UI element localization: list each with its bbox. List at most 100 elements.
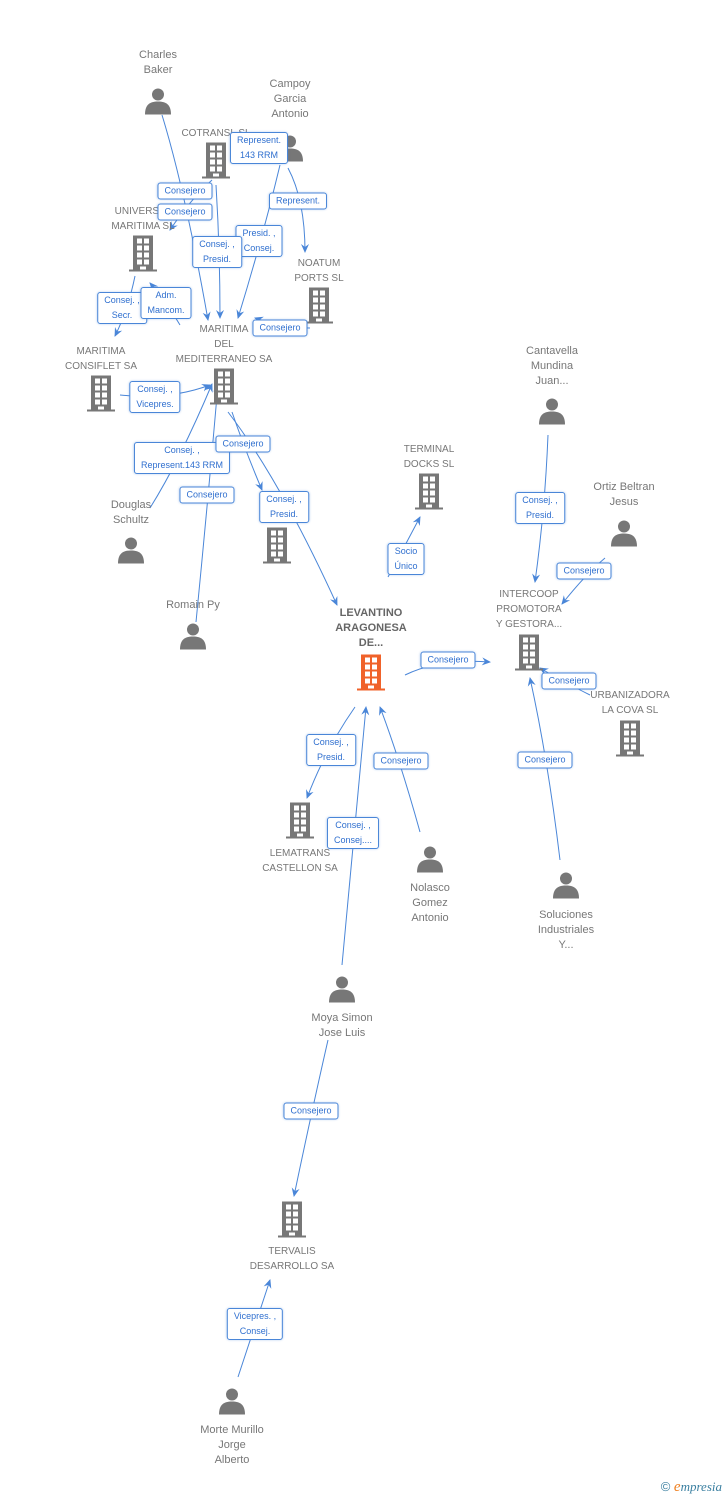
edge-label[interactable]: Consejero <box>179 486 235 504</box>
edge-label[interactable]: Consej. , Presid. <box>192 236 242 268</box>
edge-label[interactable]: Consejero <box>420 651 476 669</box>
person-icon[interactable] <box>144 87 172 120</box>
edge-label[interactable]: Consejero <box>157 203 213 221</box>
building-icon[interactable] <box>354 654 388 696</box>
node-label-noatum[interactable]: NOATUM PORTS SL <box>294 256 343 286</box>
edge-nolasco-to-levantino <box>379 706 421 833</box>
edge-label-line: Consej. <box>239 1326 271 1336</box>
person-icon[interactable] <box>117 536 145 569</box>
building-icon[interactable] <box>199 142 233 184</box>
edge-label[interactable]: Consej. , Presid. <box>306 734 356 766</box>
node-label-line: Antonio <box>411 912 449 924</box>
edge-label-line: Consej. , <box>164 445 200 455</box>
node-label-urbanizadora[interactable]: URBANIZADORA LA COVA SL <box>590 688 669 718</box>
edge-label[interactable]: Adm. Mancom. <box>140 287 192 319</box>
node-label-line: Jose Luis <box>318 1027 366 1039</box>
edge-campoy-to-noatum <box>287 167 309 253</box>
person-icon[interactable] <box>610 519 638 552</box>
edge-label[interactable]: Consej. , Secr. <box>97 292 147 324</box>
node-label-line: Jorge <box>218 1439 246 1451</box>
node-label-charles[interactable]: Charles Baker <box>139 48 177 78</box>
edge-label-line: Vicepres. , <box>233 1311 277 1321</box>
node-label-line: DEL <box>214 339 234 350</box>
node-label-levantino[interactable]: LEVANTINO ARAGONESA DE... <box>335 606 407 651</box>
node-label-line: URBANIZADORA <box>590 690 670 701</box>
node-label-intercoop[interactable]: INTERCOOP PROMOTORA Y GESTORA... <box>496 587 562 632</box>
edge-label-line: Único <box>394 561 418 571</box>
node-label-line: TERVALIS <box>268 1246 316 1257</box>
edge-label[interactable]: Consejero <box>541 672 597 690</box>
node-label-line: Campoy <box>269 78 311 90</box>
node-label-romain[interactable]: Romain Py <box>166 598 220 613</box>
edge-label[interactable]: Consejero <box>517 751 573 769</box>
copyright-icon: © <box>660 1479 671 1494</box>
edge-label-line: Represent. <box>236 135 282 145</box>
edge-label[interactable]: Presid. , Consej. <box>235 225 283 257</box>
person-icon[interactable] <box>552 871 580 904</box>
edge-label-line: Presid. <box>202 254 231 264</box>
edge-label[interactable]: Consejero <box>283 1102 339 1120</box>
node-label-cantavella[interactable]: Cantavella Mundina Juan... <box>526 344 578 389</box>
node-label-douglas[interactable]: Douglas Schultz <box>111 498 151 528</box>
node-label-line: Mundina <box>530 360 574 372</box>
node-label-line: Charles <box>139 49 177 61</box>
edge-label[interactable]: Consej. , Vicepres. <box>129 381 181 413</box>
node-label-line: Moya Simon <box>311 1012 373 1024</box>
node-label-line: DE... <box>358 637 384 649</box>
node-label-nolasco[interactable]: Nolasco Gomez Antonio <box>410 881 450 926</box>
node-label-line: Baker <box>143 64 173 76</box>
node-label-soluciones[interactable]: Soluciones Industriales Y... <box>538 908 594 953</box>
edge-label[interactable]: Consejero <box>157 182 213 200</box>
edge-label[interactable]: Consejero <box>556 562 612 580</box>
node-label-moya[interactable]: Moya Simon Jose Luis <box>311 1011 372 1041</box>
node-label-line: Soluciones <box>539 909 593 921</box>
edge-label-line: Consejero <box>164 206 206 217</box>
person-icon[interactable] <box>416 845 444 878</box>
person-icon[interactable] <box>328 975 356 1008</box>
edge-label[interactable]: Socio Único <box>387 543 425 575</box>
edge-label-line: Presid. <box>525 510 554 520</box>
building-icon[interactable] <box>613 720 647 762</box>
edge-label-line: Consejero <box>259 322 301 333</box>
building-icon[interactable] <box>412 473 446 515</box>
building-icon[interactable] <box>283 802 317 844</box>
node-label-terminal_docks[interactable]: TERMINAL DOCKS SL <box>404 442 455 472</box>
node-label-line: Ortiz Beltran <box>593 481 655 493</box>
node-label-consiflet[interactable]: MARITIMA CONSIFLET SA <box>65 344 137 374</box>
node-label-ortiz[interactable]: Ortiz Beltran Jesus <box>593 480 654 510</box>
edge-label[interactable]: Consejero <box>252 319 308 337</box>
person-icon[interactable] <box>538 397 566 430</box>
node-label-line: Industriales <box>537 924 595 936</box>
node-label-tervalis[interactable]: TERVALIS DESARROLLO SA <box>250 1244 334 1274</box>
edge-label[interactable]: Consej. , Presid. <box>515 492 565 524</box>
edge-label-line: Consejero <box>380 755 422 766</box>
edge-label[interactable]: Represent. 143 RRM <box>229 132 289 164</box>
person-icon[interactable] <box>179 622 207 655</box>
building-icon[interactable] <box>260 527 294 569</box>
node-label-line: Y... <box>558 939 574 951</box>
node-label-line: PROMOTORA <box>496 604 562 615</box>
node-label-lematrans[interactable]: LEMATRANS CASTELLON SA <box>262 846 338 876</box>
empresia-logo: © empresia <box>660 1479 722 1495</box>
edge-label-line: Consej. <box>243 243 275 253</box>
building-icon[interactable] <box>84 375 118 417</box>
edge-label[interactable]: Vicepres. , Consej. <box>226 1308 284 1340</box>
edge-label[interactable]: Consej. , Consej.... <box>326 817 380 849</box>
person-icon[interactable] <box>218 1387 246 1420</box>
edge-soluciones-to-intercoop <box>527 677 561 861</box>
node-label-line: NOATUM <box>297 258 341 269</box>
node-label-line: PORTS SL <box>294 273 344 284</box>
edge-label[interactable]: Consejero <box>215 435 271 453</box>
building-icon[interactable] <box>126 235 160 277</box>
edge-label-line: Represent.143 RRM <box>140 460 224 470</box>
edge-label[interactable]: Represent. <box>268 192 328 210</box>
building-icon[interactable] <box>207 368 241 410</box>
node-label-morte[interactable]: Morte Murillo Jorge Alberto <box>200 1423 264 1468</box>
node-label-line: LA COVA SL <box>601 705 659 716</box>
building-icon[interactable] <box>512 634 546 676</box>
edge-label[interactable]: Consej. , Presid. <box>259 491 309 523</box>
node-label-campoy[interactable]: Campoy Garcia Antonio <box>270 77 311 122</box>
edge-label-line: Consej. , <box>266 494 302 504</box>
edge-label[interactable]: Consejero <box>373 752 429 770</box>
building-icon[interactable] <box>275 1201 309 1243</box>
